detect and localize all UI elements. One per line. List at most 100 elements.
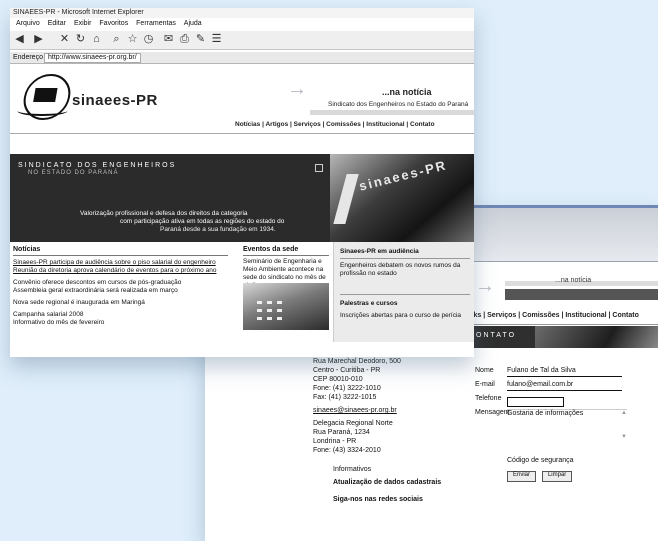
social-link[interactable]: Siga-nos nas redes sociais bbox=[333, 496, 423, 503]
window-title: SINAEES-PR - Microsoft Internet Explorer bbox=[10, 8, 474, 18]
main-nav[interactable]: Notícias | Artigos | Serviços | Comissõe… bbox=[235, 121, 435, 128]
nav-divider bbox=[463, 324, 658, 325]
message-label: Mensagem bbox=[475, 409, 510, 416]
address-bar: Endereço http://www.sinaees-pr.org.br/ bbox=[10, 52, 474, 64]
address-line: Centro - Curitiba - PR bbox=[313, 367, 381, 374]
phone-label: Telefone bbox=[475, 395, 502, 402]
browser-toolbar: ◀ ▶ ✕ ↻ ⌂ ⌕ ☆ ◷ ✉ ⎙ ✎ ☰ bbox=[10, 31, 474, 50]
name-input[interactable]: Fulano de Tal da Silva bbox=[507, 367, 576, 374]
news-link[interactable]: Reunião da diretoria aprova calendário d… bbox=[13, 267, 223, 275]
newsletter-link[interactable]: Informativos bbox=[333, 466, 371, 473]
banner-text: com participação ativa em todas as regiõ… bbox=[120, 218, 285, 225]
news-link[interactable]: Nova sede regional é inaugurada em Marin… bbox=[13, 299, 223, 307]
header-bar bbox=[505, 289, 658, 300]
news-link[interactable]: Campanha salarial 2008 bbox=[13, 311, 223, 319]
sidebar-text[interactable]: Inscrições abertas para o curso de períc… bbox=[340, 312, 468, 320]
news-list: Sinaees-PR participa de audiência sobre … bbox=[13, 259, 223, 327]
hero-banner: SINDICATO DOS ENGENHEIROS NO ESTADO DO P… bbox=[10, 154, 330, 242]
menu-bar: Arquivo Editar Exibir Favoritos Ferramen… bbox=[10, 19, 474, 29]
address-line: CEP 80010-010 bbox=[313, 376, 363, 383]
address-line: Rua Paraná, 1234 bbox=[313, 429, 370, 436]
header-photo bbox=[535, 326, 658, 348]
address-line: Londrina - PR bbox=[313, 438, 357, 445]
building-photo: sinaees-PR bbox=[330, 154, 474, 242]
banner-subtitle: NO ESTADO DO PARANÁ bbox=[28, 170, 119, 176]
banner-text: Valorização profissional e defesa dos di… bbox=[80, 210, 248, 217]
news-link[interactable]: Assembleia geral extraordinária será rea… bbox=[13, 287, 223, 295]
sign-pillar bbox=[333, 174, 359, 224]
input-underline bbox=[507, 376, 622, 377]
address-label: Endereço bbox=[13, 54, 43, 61]
message-textarea[interactable]: Gostaria de informações ▲ ▼ bbox=[507, 409, 627, 452]
building-sign: sinaees-PR bbox=[357, 157, 449, 194]
site-brand[interactable]: sinaees-PR bbox=[72, 92, 158, 109]
email-input[interactable]: fulano@email.com.br bbox=[507, 381, 573, 388]
banner-text: Paraná desde a sua fundação em 1934. bbox=[160, 226, 276, 233]
forward-icon[interactable]: ▶ bbox=[32, 33, 45, 46]
back-icon[interactable]: ◀ bbox=[13, 33, 26, 46]
edit-icon[interactable]: ✎ bbox=[194, 33, 207, 46]
contact-form: Nome Fulano de Tal da Silva E-mail fulano@… bbox=[475, 367, 655, 485]
history-icon[interactable]: ◷ bbox=[142, 33, 155, 46]
search-icon[interactable]: ⌕ bbox=[110, 33, 123, 46]
nav-divider bbox=[10, 133, 474, 134]
captcha-label: Código de segurança bbox=[507, 457, 574, 464]
update-data-link[interactable]: Atualização de dados cadastrais bbox=[333, 479, 441, 486]
news-link[interactable]: Informativo do mês de fevereiro bbox=[13, 319, 223, 327]
menu-help[interactable]: Ajuda bbox=[184, 20, 202, 27]
textarea-scrollbar[interactable]: ▲ ▼ bbox=[621, 410, 627, 452]
news-heading: Notícias bbox=[13, 246, 41, 253]
message-text: Gostaria de informações bbox=[507, 410, 584, 417]
sidebar-divider bbox=[340, 258, 470, 259]
email-label: E-mail bbox=[475, 381, 495, 388]
banner-title: SINDICATO DOS ENGENHEIROS bbox=[18, 162, 177, 169]
menu-file[interactable]: Arquivo bbox=[16, 20, 40, 27]
contact-info: Rua Marechal Deodoro, 500 Centro - Curit… bbox=[313, 357, 443, 508]
stop-icon[interactable]: ✕ bbox=[58, 33, 71, 46]
mail-icon[interactable]: ✉ bbox=[162, 33, 175, 46]
sidebar-text[interactable]: Engenheiros debatem os novos rumos da pr… bbox=[340, 262, 468, 278]
home-icon[interactable]: ⌂ bbox=[90, 33, 103, 46]
menu-favorites[interactable]: Favoritos bbox=[99, 20, 128, 27]
news-divider bbox=[13, 255, 228, 256]
banner-box-icon bbox=[315, 164, 323, 172]
tagline-subtitle: Sindicato dos Engenheiros no Estado do P… bbox=[328, 101, 469, 108]
header-strip bbox=[310, 110, 474, 115]
arrow-icon: → bbox=[475, 275, 495, 297]
page-bottom bbox=[10, 352, 474, 357]
sidebar-title[interactable]: Sinaees-PR em audiência bbox=[340, 248, 419, 256]
sinaees-logo-icon[interactable] bbox=[16, 74, 75, 120]
menu-view[interactable]: Exibir bbox=[74, 20, 92, 27]
send-button[interactable]: Enviar bbox=[507, 471, 537, 482]
phone-line: Fone: (43) 3324-2010 bbox=[313, 447, 381, 454]
arrow-icon: → bbox=[287, 78, 307, 100]
section-title: CONTATO bbox=[469, 332, 517, 339]
phone-line: Fone: (41) 3222-1010 bbox=[313, 385, 381, 392]
phone-input[interactable] bbox=[507, 397, 564, 407]
print-icon[interactable]: ⎙ bbox=[178, 33, 191, 46]
address-line: Rua Marechal Deodoro, 500 bbox=[313, 358, 401, 365]
menu-tools[interactable]: Ferramentas bbox=[136, 20, 176, 27]
tagline-title: ...na notícia bbox=[382, 87, 432, 97]
menu-edit[interactable]: Editar bbox=[48, 20, 66, 27]
refresh-icon[interactable]: ↻ bbox=[74, 33, 87, 46]
favorites-icon[interactable]: ☆ bbox=[126, 33, 139, 46]
sidebar-highlights: Sinaees-PR em audiência Engenheiros deba… bbox=[333, 242, 474, 342]
email-link[interactable]: sinaees@sinaees-pr.org.br bbox=[313, 407, 397, 414]
news-link[interactable]: Convênio oferece descontos em cursos de … bbox=[13, 279, 223, 287]
clear-button[interactable]: Limpar bbox=[541, 471, 573, 482]
front-screenshot-home-page: SINAEES-PR - Microsoft Internet Explorer… bbox=[10, 8, 474, 357]
brand-tagline: ...na notícia bbox=[555, 277, 592, 284]
main-nav[interactable]: Links | Serviços | Comissões | Instituci… bbox=[463, 312, 639, 319]
events-divider bbox=[243, 255, 329, 256]
name-label: Nome bbox=[475, 367, 494, 374]
fax-line: Fax: (41) 3222-1015 bbox=[313, 394, 377, 401]
sidebar-title[interactable]: Palestras e cursos bbox=[340, 300, 397, 308]
news-link[interactable]: Sinaees-PR participa de audiência sobre … bbox=[13, 259, 223, 267]
sidebar-divider bbox=[340, 294, 470, 295]
address-input[interactable]: http://www.sinaees-pr.org.br/ bbox=[44, 53, 141, 63]
building-thumbnail[interactable] bbox=[243, 283, 329, 330]
input-underline bbox=[507, 390, 622, 391]
events-heading: Eventos da sede bbox=[243, 246, 299, 253]
discuss-icon[interactable]: ☰ bbox=[210, 33, 223, 46]
